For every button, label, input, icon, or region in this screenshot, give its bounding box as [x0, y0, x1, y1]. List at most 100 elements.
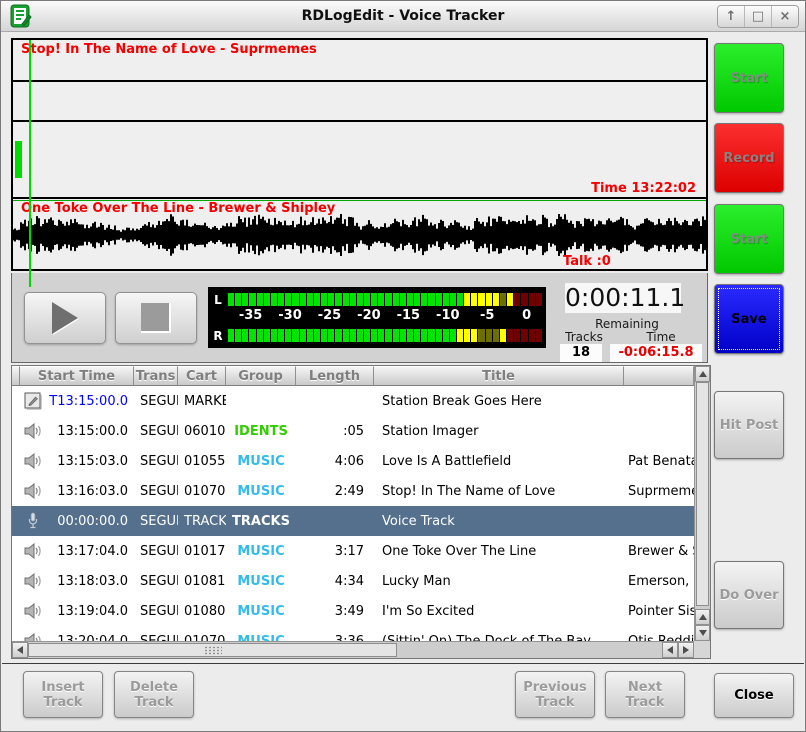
table-cell: 13:15:03.0: [20, 453, 134, 469]
next-track-button[interactable]: Next Track: [605, 671, 685, 718]
delete-track-button[interactable]: Delete Track: [114, 671, 194, 718]
log-row[interactable]: 13:18:03.0SEGUE010813MUSIC4:34Lucky ManE…: [12, 566, 694, 596]
start-next-button[interactable]: Start: [714, 204, 784, 274]
time-overlay: Time 13:22:02: [591, 181, 696, 196]
scroll-up-button[interactable]: [695, 366, 710, 382]
table-cell: 4:06: [296, 454, 374, 469]
log-row-selected[interactable]: 00:00:00.0SEGUETRACKTRACKSVoice Track: [12, 506, 694, 536]
hit-post-button[interactable]: Hit Post: [714, 391, 784, 459]
table-cell: SEGUE: [134, 394, 178, 409]
table-cell: 010813: [178, 574, 226, 589]
meter-segment: [242, 329, 248, 342]
play-icon: [52, 302, 78, 334]
meter-segment: [378, 329, 384, 342]
scroll-up-button-bottom[interactable]: [695, 609, 710, 625]
table-cell: 13:17:04.0: [20, 543, 134, 559]
column-header-blank[interactable]: [12, 366, 20, 386]
meter-segment: [507, 329, 513, 342]
meter-segment: [486, 329, 492, 342]
scroll-left-button-right[interactable]: [662, 642, 678, 658]
meter-segment: [407, 329, 413, 342]
save-button[interactable]: Save: [714, 284, 784, 354]
table-cell: 2:49: [296, 484, 374, 499]
previous-track-button[interactable]: Previous Track: [515, 671, 595, 718]
table-cell: 010809: [178, 604, 226, 619]
bottom-divider: [2, 663, 804, 664]
shade-button[interactable]: ↑: [718, 6, 744, 27]
column-header-trans[interactable]: Trans: [134, 366, 178, 386]
table-cell: 13:15:00.0: [20, 423, 134, 439]
table-cell: 13:20:04.0: [20, 633, 134, 641]
start-time-cell: 13:15:03.0: [46, 454, 131, 469]
previous-track-pane[interactable]: Stop! In The Name of Love - Suprmemes: [13, 40, 706, 82]
close-button[interactable]: Close: [714, 673, 794, 718]
meter-segment: [436, 329, 442, 342]
meter-segment: [443, 293, 449, 306]
meter-segment: [478, 329, 484, 342]
meter-segment: [529, 293, 535, 306]
log-event-table: Start TimeTransCartGroupLengthTitle T13:…: [11, 365, 711, 659]
table-header: Start TimeTransCartGroupLengthTitle: [12, 366, 694, 386]
start-time-cell: 13:19:04.0: [46, 604, 131, 619]
horizontal-scroll-thumb[interactable]: [28, 643, 397, 657]
meter-segment: [343, 293, 349, 306]
meter-segment: [314, 293, 320, 306]
start-time-cell: 13:17:04.0: [46, 544, 131, 559]
log-row[interactable]: 13:16:03.0SEGUE010708MUSIC2:49Stop! In T…: [12, 476, 694, 506]
meter-segment: [307, 329, 313, 342]
meter-channel-L: L: [208, 291, 546, 308]
playhead-cursor[interactable]: [29, 40, 31, 287]
scroll-right-button[interactable]: [678, 642, 694, 658]
meter-segment: [249, 293, 255, 306]
log-row[interactable]: 13:15:03.0SEGUE010559MUSIC4:06Love Is A …: [12, 446, 694, 476]
log-row[interactable]: 13:20:04.0SEGUE010705MUSIC3:36(Sittin' O…: [12, 626, 694, 641]
speaker-icon: [20, 603, 46, 619]
vertical-scroll-thumb[interactable]: [696, 382, 709, 606]
record-button[interactable]: Record: [714, 123, 784, 193]
table-cell: SEGUE: [134, 574, 178, 589]
do-over-button[interactable]: Do Over: [714, 561, 784, 629]
log-row[interactable]: 13:17:04.0SEGUE010175MUSIC3:17One Toke O…: [12, 536, 694, 566]
arrow-up-icon: [699, 371, 707, 377]
close-window-button[interactable]: ×: [771, 6, 798, 27]
stop-button[interactable]: [115, 292, 197, 344]
start-previous-button[interactable]: Start: [714, 43, 784, 113]
meter-segment: [335, 293, 341, 306]
meter-segment: [471, 293, 477, 306]
meter-segment: [443, 329, 449, 342]
arrow-left-icon: [667, 646, 673, 654]
scroll-down-button[interactable]: [695, 625, 710, 641]
meter-segment: [414, 293, 420, 306]
current-track-pane[interactable]: One Toke Over The Line - Brewer & Shiple…: [13, 199, 706, 269]
meter-segment: [393, 293, 399, 306]
scroll-left-button[interactable]: [12, 642, 28, 658]
title-bar: RDLogEdit - Voice Tracker ↑ □ ×: [1, 1, 805, 32]
thumb-grip: [204, 646, 222, 655]
insert-track-button[interactable]: Insert Track: [23, 671, 103, 718]
play-button[interactable]: [24, 292, 106, 344]
track-gap-pane[interactable]: [13, 82, 706, 122]
previous-track-title: Stop! In The Name of Love - Suprmemes: [21, 42, 317, 57]
log-row[interactable]: 13:15:00.0SEGUE060101IDENTS:05Station Im…: [12, 416, 694, 446]
column-header-start-time[interactable]: Start Time: [20, 366, 134, 386]
log-row[interactable]: T13:15:00.0SEGUEMARKERStation Break Goes…: [12, 386, 694, 416]
meter-channel-label: R: [208, 329, 228, 343]
meter-segment: [357, 329, 363, 342]
column-header-title[interactable]: Title: [374, 366, 624, 386]
column-header-length[interactable]: Length: [296, 366, 374, 386]
column-header-cart[interactable]: Cart: [178, 366, 226, 386]
table-cell: SEGUE: [134, 514, 178, 529]
column-header-blank[interactable]: [624, 366, 694, 386]
voice-track-pane[interactable]: Time 13:22:02: [13, 122, 706, 199]
column-header-group[interactable]: Group: [226, 366, 296, 386]
log-row[interactable]: 13:19:04.0SEGUE010809MUSIC3:49I'm So Exc…: [12, 596, 694, 626]
vertical-scrollbar[interactable]: [694, 366, 710, 641]
speaker-icon: [20, 423, 46, 439]
maximize-button[interactable]: □: [744, 6, 771, 27]
meter-segment: [228, 329, 234, 342]
table-cell: 060101: [178, 424, 226, 439]
voice-tracker-window: RDLogEdit - Voice Tracker ↑ □ × Stop! In…: [0, 0, 806, 732]
meter-scale-label: -30: [278, 308, 302, 323]
horizontal-scrollbar[interactable]: [12, 641, 694, 658]
table-cell: 00:00:00.0: [20, 512, 134, 530]
